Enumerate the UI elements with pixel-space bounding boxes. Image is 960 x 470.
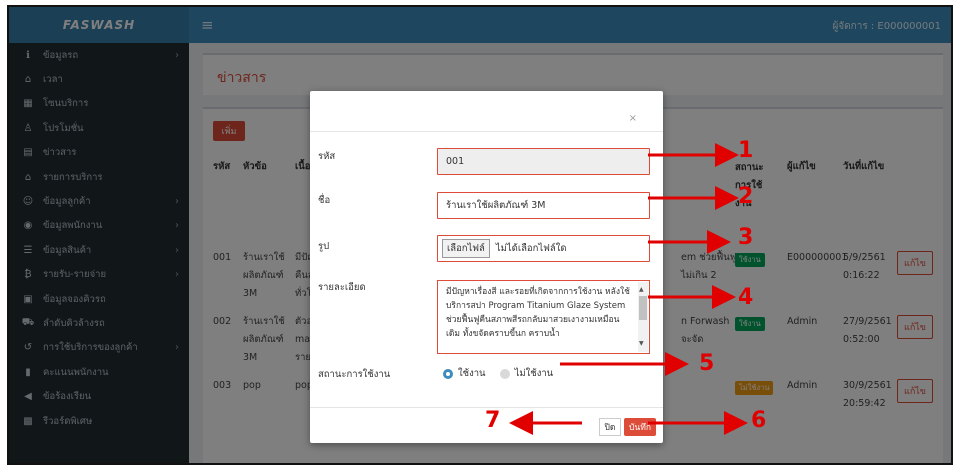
edit-news-modal: × รหัส 001 ชื่อ ร้านเราใช้ผลิตภัณฑ์ 3M ร… — [310, 91, 663, 443]
status-radio-group: ใช้งาน ไม่ใช้งาน — [443, 366, 553, 381]
name-field[interactable]: ร้านเราใช้ผลิตภัณฑ์ 3M — [437, 192, 650, 219]
modal-header-divider — [310, 131, 663, 132]
annotation-number-2: 2 — [738, 184, 754, 209]
status-inactive-radio[interactable] — [499, 368, 510, 379]
code-label: รหัส — [318, 151, 336, 162]
save-button[interactable]: บันทึก — [624, 418, 656, 436]
status-active-label[interactable]: ใช้งาน — [458, 366, 486, 381]
annotation-number-5: 5 — [699, 351, 715, 376]
code-value: 001 — [446, 156, 465, 167]
close-button[interactable]: ปิด — [599, 418, 621, 436]
annotation-number-3: 3 — [738, 225, 754, 250]
scroll-thumb[interactable] — [639, 296, 647, 320]
detail-text: มีปัญหาเรื่องสี และรอยที่เกิดจากการใช้งา… — [446, 287, 630, 339]
app-window: FASWASH ℹข้อมูลรถ›⌂เวลา▦โซนบริการ♙โปรโมช… — [7, 5, 953, 465]
annotation-number-4: 4 — [738, 285, 754, 310]
image-file-field: เลือกไฟล์ ไม่ได้เลือกไฟล์ใด — [437, 235, 650, 262]
scroll-down-icon[interactable]: ▼ — [639, 337, 644, 351]
code-field[interactable]: 001 — [437, 148, 650, 175]
status-inactive-label[interactable]: ไม่ใช้งาน — [515, 366, 554, 381]
image-label: รูป — [318, 241, 330, 252]
annotation-number-1: 1 — [738, 138, 754, 163]
status-active-radio[interactable] — [443, 368, 453, 379]
name-value: ร้านเราใช้ผลิตภัณฑ์ 3M — [446, 200, 546, 211]
choose-file-button[interactable]: เลือกไฟล์ — [442, 239, 490, 258]
detail-textarea[interactable]: มีปัญหาเรื่องสี และรอยที่เกิดจากการใช้งา… — [437, 280, 650, 354]
status-label: สถานะการใช้งาน — [318, 369, 391, 380]
detail-label: รายละเอียด — [318, 282, 366, 293]
annotation-number-7: 7 — [485, 408, 501, 433]
file-status-text: ไม่ได้เลือกไฟล์ใด — [495, 243, 567, 254]
name-label: ชื่อ — [318, 195, 331, 206]
scroll-up-icon[interactable]: ▲ — [639, 283, 644, 297]
annotation-number-6: 6 — [751, 408, 767, 433]
textarea-scrollbar[interactable]: ▲ ▼ — [638, 282, 648, 352]
close-icon[interactable]: × — [629, 113, 637, 124]
